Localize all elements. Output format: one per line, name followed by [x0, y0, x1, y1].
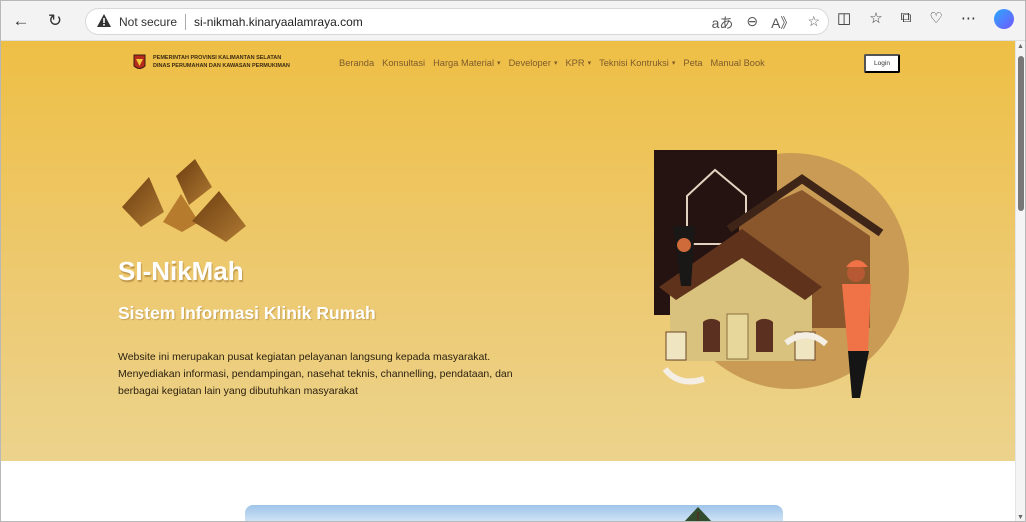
browser-toolbar: ← ↻ Not secure si-nikmah.kinaryaalamraya… [1, 1, 1025, 41]
tree-icon [684, 507, 712, 521]
refresh-icon[interactable]: ↻ [40, 6, 70, 36]
zoom-icon[interactable]: ⊖ [746, 13, 758, 33]
browser-essentials-icon[interactable]: ♡ [929, 9, 942, 29]
favorite-icon[interactable]: ☆ [807, 13, 820, 33]
browser-actions: ◫ ☆ ⧉ ♡ ⋯ [837, 9, 1014, 29]
right-worker-legs [848, 351, 869, 398]
browser-window: ← ↻ Not secure si-nikmah.kinaryaalamraya… [0, 0, 1026, 522]
next-section-image [245, 505, 783, 521]
menu-item-manual-book[interactable]: Manual Book [711, 58, 765, 68]
favorites-icon[interactable]: ☆ [869, 9, 882, 29]
split-screen-icon[interactable]: ◫ [837, 9, 851, 29]
menu-label-teknisi-kontruksi: Teknisi Kontruksi [599, 58, 669, 68]
collections-icon[interactable]: ⧉ [901, 9, 912, 29]
menu-item-konsultasi[interactable]: Konsultasi [382, 58, 425, 68]
chevron-down-icon: ▾ [671, 60, 676, 67]
si-nikmah-logo-icon [122, 159, 246, 242]
scroll-up-icon[interactable]: ▲ [1017, 43, 1024, 50]
agency-name: PEMERINTAH PROVINSI KALIMANTAN SELATAN D… [153, 55, 290, 71]
province-emblem-icon [133, 54, 146, 69]
left-shutter [665, 331, 687, 361]
house-consultation-illustration [654, 150, 909, 398]
menu-item-developer[interactable]: Developer ▾ [509, 58, 558, 68]
menu-item-teknisi-kontruksi[interactable]: Teknisi Kontruksi ▾ [599, 58, 675, 68]
website-page: PEMERINTAH PROVINSI KALIMANTAN SELATAN D… [1, 41, 1017, 521]
hero-subtitle: Sistem Informasi Klinik Rumah [118, 303, 376, 323]
menu-label-kpr: KPR [565, 58, 585, 68]
scrollbar-thumb[interactable] [1018, 56, 1024, 211]
menu-label-developer: Developer [508, 58, 551, 68]
menu-item-peta[interactable]: Peta [683, 58, 702, 68]
menu-item-kpr[interactable]: KPR ▾ [565, 58, 591, 68]
url-text[interactable]: si-nikmah.kinaryaalamraya.com [194, 15, 363, 29]
read-aloud-icon[interactable]: A》 [771, 13, 794, 33]
translate-icon[interactable]: aあ [712, 13, 734, 33]
left-window [703, 318, 720, 352]
agency-line-2: DINAS PERUMAHAN DAN KAWASAN PERMUKIMAN [153, 62, 290, 69]
hero-section: PEMERINTAH PROVINSI KALIMANTAN SELATAN D… [1, 41, 1017, 461]
page-scrollbar[interactable]: ▲ ▼ [1015, 41, 1025, 521]
menu-label-harga-material: Harga Material [433, 58, 495, 68]
chevron-down-icon: ▾ [587, 60, 592, 67]
agency-line-1: PEMERINTAH PROVINSI KALIMANTAN SELATAN [153, 55, 282, 61]
chevron-down-icon: ▾ [497, 60, 501, 67]
left-renovation-arrow [662, 367, 705, 385]
chevron-down-icon: ▾ [553, 60, 558, 67]
more-icon[interactable]: ⋯ [961, 9, 976, 29]
warning-icon[interactable] [97, 14, 115, 29]
scroll-down-icon[interactable]: ▼ [1017, 514, 1024, 521]
main-navigation: Beranda Konsultasi Harga Material ▾ Devel… [339, 58, 765, 68]
not-secure-label[interactable]: Not secure [119, 15, 177, 29]
address-actions: aあ ⊖ A》 ☆ [712, 13, 820, 33]
site-navbar: PEMERINTAH PROVINSI KALIMANTAN SELATAN D… [1, 41, 1017, 86]
menu-item-beranda[interactable]: Beranda [339, 58, 374, 68]
hero-description: Website ini merupakan pusat kegiatan pel… [118, 351, 513, 398]
left-worker-head [677, 238, 691, 252]
right-window [756, 318, 773, 352]
address-separator [185, 13, 187, 30]
hero-title: SI-NikMah [118, 256, 244, 286]
back-icon[interactable]: ← [6, 6, 36, 36]
menu-item-harga-material[interactable]: Harga Material ▾ [433, 58, 501, 68]
front-door [726, 313, 749, 360]
copilot-icon[interactable] [993, 9, 1014, 29]
address-bar[interactable]: Not secure si-nikmah.kinaryaalamraya.com… [85, 8, 829, 35]
login-button[interactable]: Login [864, 54, 900, 73]
